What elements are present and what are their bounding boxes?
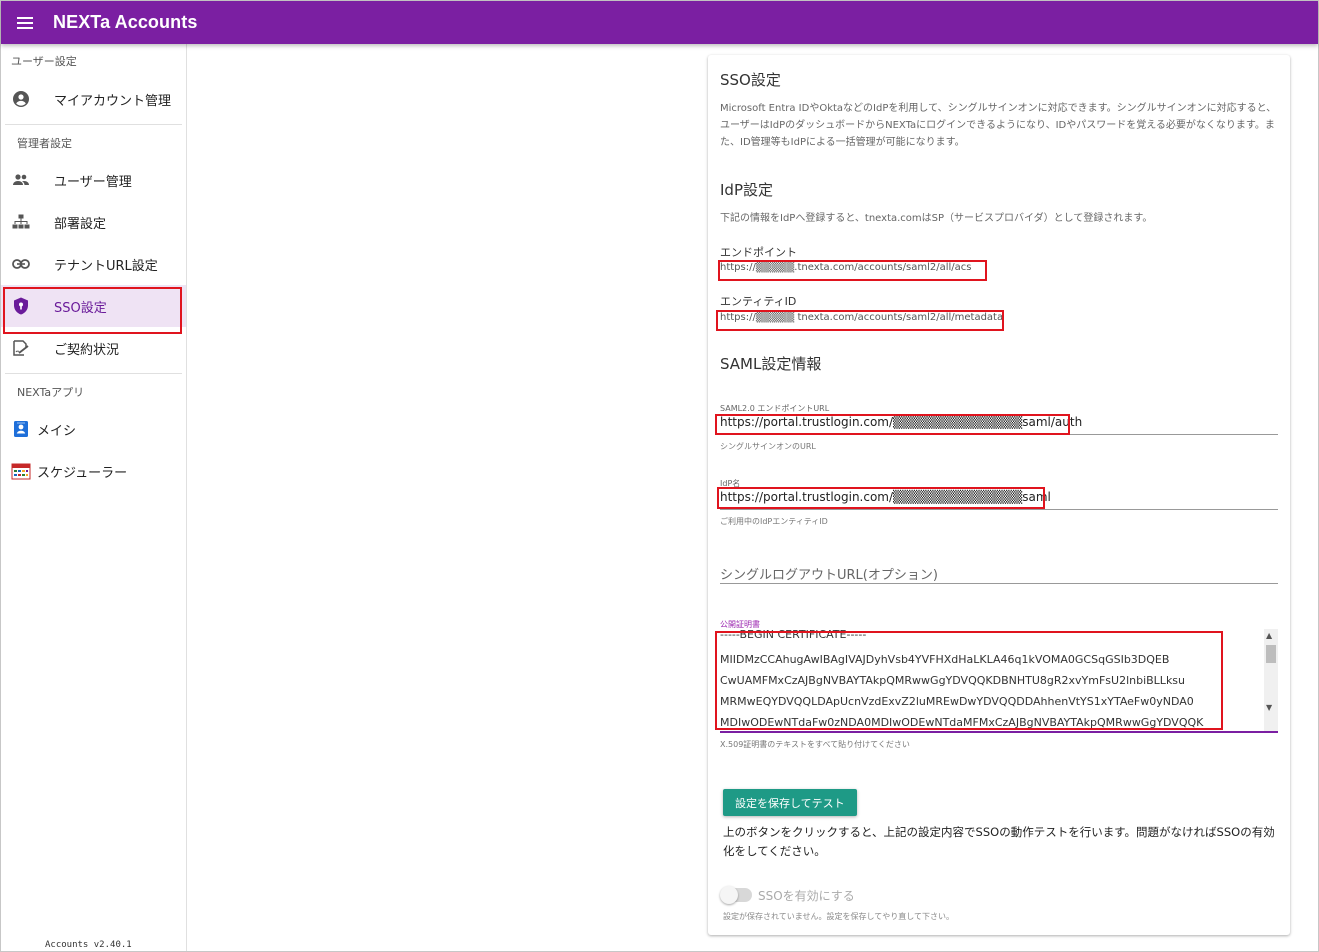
input-underline-focused — [720, 731, 1278, 733]
org-tree-icon — [11, 212, 31, 232]
sso-title: SSO設定 — [720, 71, 781, 89]
app-bar: NEXTa Accounts — [1, 1, 1318, 44]
people-icon — [11, 170, 31, 190]
hamburger-icon[interactable] — [6, 4, 44, 42]
link-icon — [11, 254, 31, 274]
save-and-test-button[interactable]: 設定を保存してテスト — [723, 789, 857, 816]
sidebar-item-label: ご契約状況 — [54, 342, 120, 358]
scroll-down-icon[interactable]: ▼ — [1266, 703, 1272, 712]
saml-endpoint-hint: シングルサインオンのURL — [720, 442, 816, 451]
certificate-textarea[interactable]: -----BEGIN CERTIFICATE----- MIIDMzCCAhug… — [720, 629, 1278, 735]
certificate-hint: X.509証明書のテキストをすべて貼り付けてください — [720, 740, 910, 749]
sso-description: Microsoft Entra IDやOktaなどのIdPを利用して、シングルサ… — [720, 103, 1277, 148]
sso-enable-toggle[interactable] — [720, 886, 752, 904]
certificate-line: MIIDMzCCAhugAwIBAgIVAJDyhVsb4YVFHXdHaLKL… — [720, 653, 1170, 666]
entity-id-value: https://▒▒▒▒▒ tnexta.com/accounts/saml2/… — [720, 312, 1004, 323]
divider — [5, 373, 182, 374]
scrollbar-thumb[interactable] — [1266, 645, 1276, 663]
sso-enable-hint: 設定が保存されていません。設定を保存してやり直して下さい。 — [723, 912, 955, 921]
certificate-line: CwUAMFMxCzAJBgNVBAYTAkpQMRwwGgYDVQQKDBNH… — [720, 674, 1186, 687]
idp-description: 下記の情報をIdPへ登録すると、tnexta.comはSP（サービスプロバイダ）… — [720, 213, 1153, 224]
sidebar-item-label: SSO設定 — [54, 300, 107, 316]
business-card-icon — [11, 419, 31, 439]
certificate-line: MDIwODEwNTdaFw0zNDA0MDIwODEwNTdaMFMxCzAJ… — [720, 716, 1204, 729]
idp-name-hint: ご利用中のIdPエンティティID — [720, 517, 828, 526]
entity-id-label: エンティティID — [720, 295, 797, 308]
input-underline — [720, 509, 1278, 510]
shield-icon — [11, 296, 31, 316]
sidebar-item-sso[interactable]: SSO設定 — [1, 285, 186, 327]
logout-url-input[interactable]: シングルログアウトURL(オプション) — [720, 564, 938, 583]
sso-settings-card: SSO設定 Microsoft Entra IDやOktaなどのIdPを利用して… — [708, 55, 1290, 935]
endpoint-value: https://▒▒▒▒▒.tnexta.com/accounts/saml2/… — [720, 262, 972, 273]
sidebar-item-label: スケジューラー — [37, 465, 128, 481]
contract-icon — [11, 338, 31, 358]
sidebar-item-label: ユーザー管理 — [54, 174, 132, 190]
certificate-scrollbar[interactable]: ▲ ▼ — [1264, 629, 1278, 733]
scroll-up-icon[interactable]: ▲ — [1266, 631, 1272, 640]
sidebar-item-users[interactable]: ユーザー管理 — [1, 159, 186, 201]
sidebar-item-my-account[interactable]: マイアカウント管理 — [1, 78, 186, 120]
certificate-line: -----BEGIN CERTIFICATE----- — [720, 629, 867, 641]
certificate-line: MRMwEQYDVQQLDApUcnVzdExvZ2luMREwDwYDVQQD… — [720, 695, 1194, 708]
divider — [5, 124, 182, 125]
sidebar-item-scheduler[interactable]: スケジューラー — [1, 450, 186, 492]
version-label: Accounts v2.40.1 — [45, 940, 132, 950]
saml-endpoint-label: SAML2.0 エンドポイントURL — [720, 404, 830, 413]
sidebar-section-admin: 管理者設定 — [17, 137, 72, 150]
sidebar-item-label: 部署設定 — [54, 216, 107, 232]
saml-endpoint-input[interactable]: https://portal.trustlogin.com/▒▒▒▒▒▒▒▒▒▒… — [720, 415, 1082, 429]
idp-name-input[interactable]: https://portal.trustlogin.com/▒▒▒▒▒▒▒▒▒▒… — [720, 490, 1051, 504]
input-underline — [720, 434, 1278, 435]
sidebar-item-label: マイアカウント管理 — [54, 93, 172, 109]
app-title: NEXTa Accounts — [53, 12, 198, 32]
calendar-icon — [11, 461, 31, 481]
saml-title: SAML設定情報 — [720, 355, 822, 373]
sidebar-item-label: メイシ — [37, 423, 77, 439]
endpoint-label: エンドポイント — [720, 246, 797, 259]
idp-title: IdP設定 — [720, 181, 773, 199]
sidebar-item-meishi[interactable]: メイシ — [1, 408, 186, 450]
sso-enable-label: SSOを有効にする — [758, 889, 855, 903]
sidebar-item-tenant-url[interactable]: テナントURL設定 — [1, 243, 186, 285]
toggle-knob — [720, 886, 738, 904]
sidebar-item-contract[interactable]: ご契約状況 — [1, 327, 186, 369]
save-test-description: 上のボタンをクリックすると、上記の設定内容でSSOの動作テストを行います。問題が… — [723, 825, 1275, 858]
sidebar-item-departments[interactable]: 部署設定 — [1, 201, 186, 243]
input-underline — [720, 583, 1278, 584]
sidebar-section-user: ユーザー設定 — [11, 55, 77, 68]
sidebar: ユーザー設定 マイアカウント管理 管理者設定 ユーザー管理 部署設定 テナントU… — [1, 44, 187, 951]
sidebar-section-apps: NEXTaアプリ — [17, 386, 85, 399]
account-circle-icon — [11, 89, 31, 109]
sidebar-item-label: テナントURL設定 — [54, 258, 158, 274]
idp-name-label: IdP名 — [720, 479, 741, 488]
